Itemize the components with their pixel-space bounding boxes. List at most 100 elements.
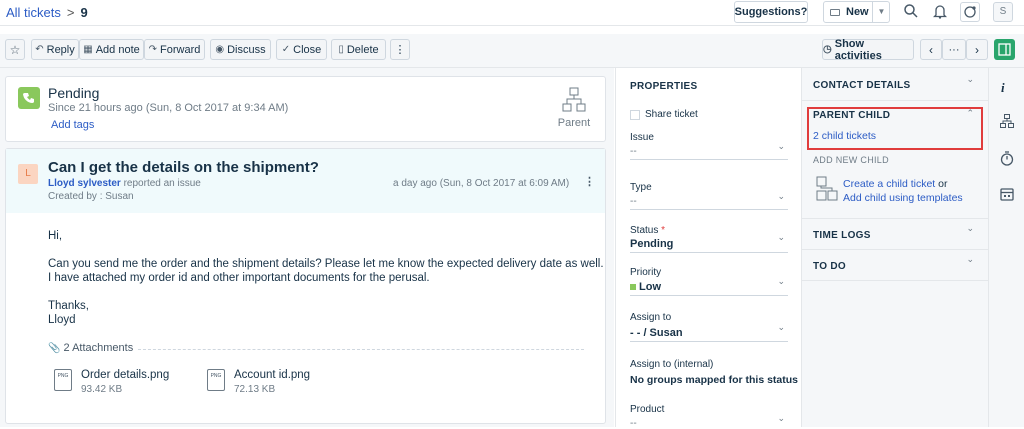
chevron-down-icon[interactable]: ⌄ [966, 74, 974, 85]
section-divider [802, 100, 989, 101]
chevron-left-icon: ‹ [929, 42, 933, 57]
timer-icon[interactable] [1000, 151, 1014, 169]
body-greeting: Hi, [48, 230, 63, 242]
chevron-down-icon: ⌄ [777, 413, 785, 423]
next-ticket-button[interactable]: › [966, 39, 988, 60]
body-line-1: Can you send me the order and the shipme… [48, 258, 604, 270]
show-activities-button[interactable]: ◷ Show activities [822, 37, 914, 62]
properties-panel: PROPERTIES Share ticket Issue -- ⌄ Type … [615, 68, 801, 429]
assign-internal-label: Assign to (internal) [630, 359, 714, 370]
type-underline [630, 209, 788, 210]
ticket-action: reported an issue [123, 178, 201, 189]
add-note-button[interactable]: ▦ Add note [79, 39, 144, 60]
new-button[interactable]: New ▼ [823, 1, 890, 23]
or-text: or [938, 178, 948, 190]
priority-label: Priority [630, 267, 662, 278]
priority-select[interactable]: Low [639, 281, 661, 293]
status-since: Since 21 hours ago (Sun, 8 Oct 2017 at 9… [48, 102, 289, 114]
created-by: Created by : Susan [48, 191, 134, 202]
prev-ticket-button[interactable]: ‹ [920, 39, 942, 60]
phone-icon [18, 87, 40, 109]
hierarchy-icon [562, 87, 586, 112]
ticket-toolbar: ☆ ↶ Reply ▦ Add note ↷ Forward ◉ Discuss ✓ Cl… [0, 34, 1024, 68]
chevron-down-icon: ⌄ [777, 232, 785, 242]
child-tickets-link[interactable]: 2 child tickets [813, 130, 876, 142]
attachments-count: 2 Attachments [63, 342, 134, 354]
share-ticket-checkbox[interactable] [630, 110, 640, 120]
assign-to-select[interactable]: - - / Susan [630, 327, 683, 339]
add-tags-link[interactable]: Add tags [51, 119, 94, 131]
attachment-item[interactable]: PNG Account id.png 72.13 KB [207, 367, 347, 397]
show-activities-label: Show activities [834, 37, 882, 62]
new-button-label: New [846, 6, 869, 18]
discuss-button[interactable]: ◉ Discuss [210, 39, 271, 60]
add-new-child-label: ADD NEW CHILD [813, 155, 889, 165]
status-card: Pending Since 21 hours ago (Sun, 8 Oct 2… [5, 76, 606, 142]
ticket-timestamp: a day ago (Sun, 8 Oct 2017 at 6:09 AM) [393, 178, 570, 189]
chevron-down-icon[interactable]: ⌄ [966, 223, 974, 234]
info-icon[interactable]: i [1001, 80, 1005, 96]
clock-icon: ◷ [823, 44, 832, 55]
avatar[interactable]: S [993, 2, 1013, 22]
chevron-down-icon: ⌄ [777, 141, 785, 151]
breadcrumb: All tickets >9 [6, 5, 88, 20]
status-label-text: Status [630, 225, 659, 236]
attachment-size: 72.13 KB [234, 384, 276, 395]
calendar-icon[interactable] [1000, 187, 1014, 204]
sidebar-toggle-button[interactable] [994, 39, 1015, 60]
chevron-down-icon: ⌄ [777, 276, 785, 286]
star-button[interactable]: ☆ [5, 39, 25, 60]
section-divider [802, 218, 989, 219]
time-logs-header[interactable]: TIME LOGS [813, 230, 871, 241]
to-do-header[interactable]: TO DO [813, 261, 846, 272]
attachments-header: 📎 2 Attachments [48, 342, 584, 356]
forward-button[interactable]: ↷ Forward [144, 39, 205, 60]
ticket-list-button[interactable]: ··· [942, 39, 966, 60]
ticket-icon [830, 8, 840, 16]
reply-button[interactable]: ↶ Reply [31, 39, 79, 60]
all-tickets-link[interactable]: All tickets [6, 5, 61, 20]
type-label: Type [630, 182, 652, 193]
forward-label: Forward [160, 43, 201, 56]
requester-avatar: L [18, 164, 38, 184]
png-file-icon: PNG [54, 369, 72, 391]
delete-button[interactable]: ▯ Delete [331, 39, 386, 60]
attachment-name: Account id.png [234, 369, 311, 381]
issue-select[interactable]: -- [630, 146, 637, 157]
more-actions-button[interactable]: ⋮ [390, 39, 410, 60]
status-underline [630, 252, 788, 253]
close-label: Close [293, 43, 322, 56]
contact-panel: CONTACT DETAILS ⌄ PARENT CHILD ⌃ 2 child… [801, 68, 989, 427]
requester-link[interactable]: Lloyd sylvester [48, 178, 121, 189]
attachment-name: Order details.png [81, 369, 170, 381]
ticket-id: 9 [80, 5, 88, 20]
required-mark: * [661, 225, 666, 236]
ticket-meta: Lloyd sylvester reported an issue [48, 178, 201, 189]
product-select[interactable]: -- [630, 418, 637, 429]
chevron-down-icon[interactable]: ⌄ [966, 254, 974, 265]
reply-label: Reply [46, 43, 75, 56]
child-hierarchy-icon [816, 176, 838, 202]
chevron-up-icon[interactable]: ⌃ [966, 108, 974, 119]
close-button[interactable]: ✓ Close [276, 39, 327, 60]
ticket-more-icon[interactable]: ⋮ [584, 175, 595, 188]
status-select[interactable]: Pending [630, 238, 673, 250]
type-select[interactable]: -- [630, 196, 637, 207]
add-child-templates-link[interactable]: Add child using templates [843, 192, 963, 204]
hierarchy-icon[interactable] [1000, 114, 1014, 131]
panel-icon [998, 43, 1011, 56]
apps-icon[interactable] [960, 2, 980, 22]
parent-child-header[interactable]: PARENT CHILD [813, 110, 890, 121]
contact-details-header[interactable]: CONTACT DETAILS [813, 80, 910, 91]
bell-icon[interactable] [932, 4, 948, 19]
search-icon[interactable] [904, 4, 918, 18]
note-icon: ▦ [83, 44, 93, 55]
suggestions-button[interactable]: Suggestions? [734, 1, 808, 23]
assign-to-underline [630, 341, 788, 342]
attachment-item[interactable]: PNG Order details.png 93.42 KB [54, 367, 194, 397]
attachment-size: 93.42 KB [81, 384, 123, 395]
breadcrumb-separator: > [66, 5, 75, 20]
conversation-pane: Pending Since 21 hours ago (Sun, 8 Oct 2… [0, 68, 614, 427]
reply-icon: ↶ [35, 44, 44, 55]
create-child-ticket-link[interactable]: Create a child ticket [843, 178, 935, 190]
